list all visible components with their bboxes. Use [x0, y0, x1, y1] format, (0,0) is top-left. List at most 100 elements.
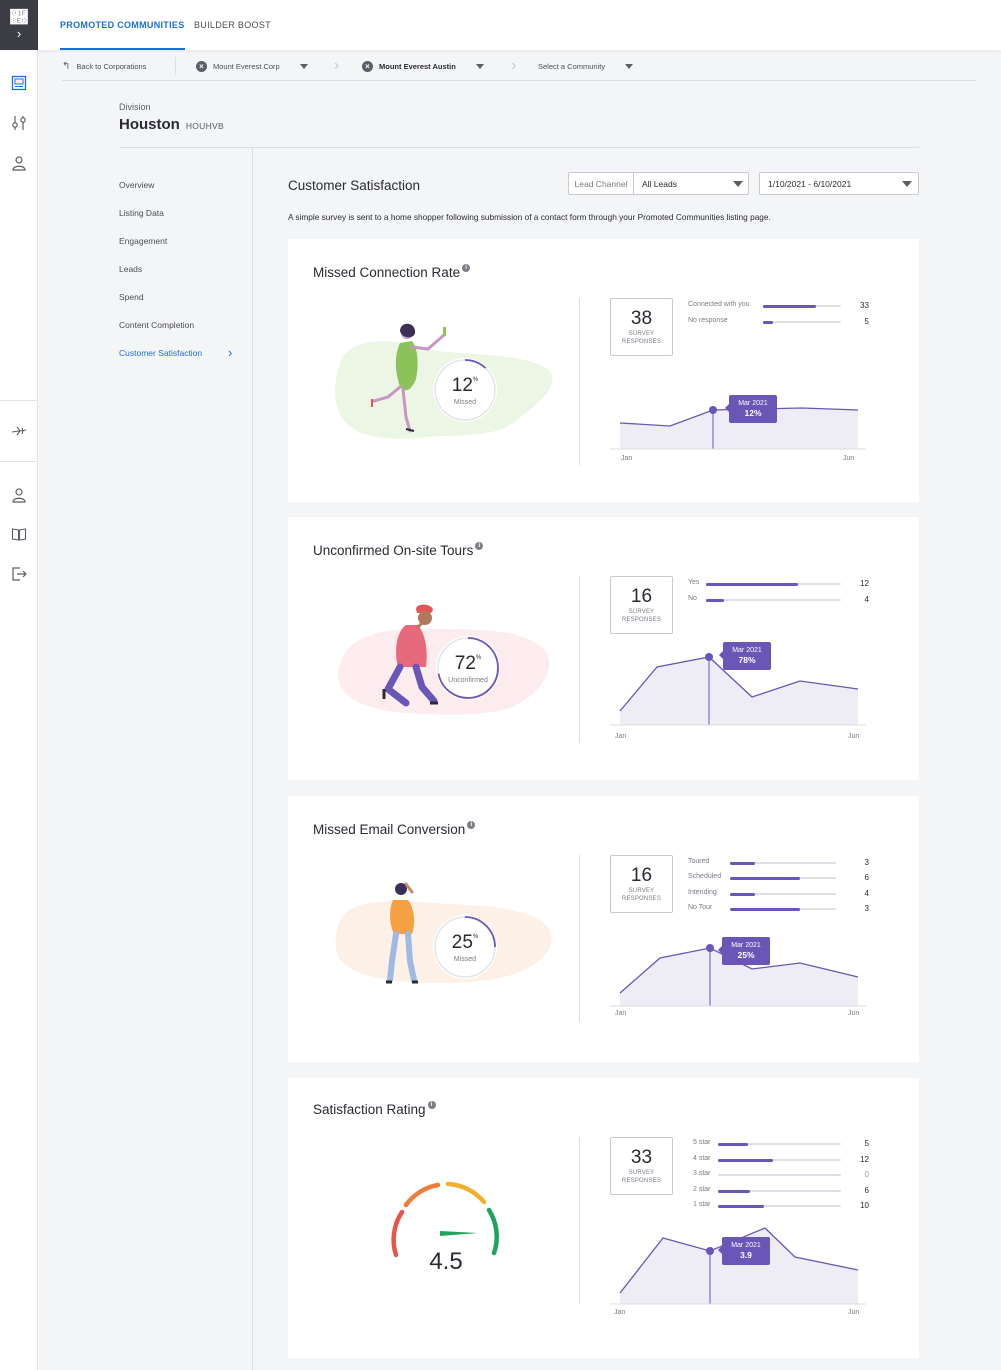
trend-marker[interactable]: [706, 1247, 714, 1255]
breakdown-row: Yes 12: [688, 579, 869, 589]
chevron-down-icon: [733, 181, 743, 187]
menu-item-engagement[interactable]: Engagement: [119, 236, 167, 246]
man-kneeling-illustration: [337, 604, 550, 715]
tab-promoted-communities[interactable]: PROMOTED COMMUNITIES: [60, 0, 185, 50]
breakdown-bar: [706, 582, 798, 586]
chevron-down-icon: [475, 63, 484, 69]
breakdown-row: No Tour 3: [688, 904, 869, 914]
breakdown-bar: [730, 876, 800, 880]
logout-icon[interactable]: [8, 563, 30, 585]
header-divider: [119, 147, 919, 148]
menu-item-content-completion[interactable]: Content Completion: [119, 320, 194, 330]
date-range-value: 1/10/2021 - 6/10/2021: [768, 178, 852, 189]
back-arrow-icon: ↰: [62, 60, 71, 72]
menu-item-leads[interactable]: Leads: [119, 264, 142, 274]
breakdown-count: 33: [860, 301, 869, 310]
breakdown-label: 4 star: [693, 1155, 711, 1162]
tooltip-month: Mar 2021: [731, 942, 761, 949]
corp-select[interactable]: × Mount Everest Corp: [196, 51, 308, 81]
axis-end-label: Jun: [848, 1010, 860, 1017]
lead-channel-label: Lead Channel: [569, 173, 634, 194]
menu-item-spend[interactable]: Spend: [119, 292, 144, 302]
percent-value: 25%: [433, 932, 497, 954]
rail-divider: [0, 400, 38, 401]
survey-responses-box: 16 SURVEY RESPONSES: [610, 855, 673, 913]
division-label: Mount Everest Austin: [379, 61, 456, 71]
breakdown-count: 6: [864, 873, 869, 882]
survey-responses-box: 16 SURVEY RESPONSES: [610, 576, 673, 634]
unconfirmed-tours-card: Unconfirmed On-site Tours i 72% Unconfir…: [288, 517, 919, 780]
breakdown-label: 5 star: [693, 1139, 711, 1146]
missed-email-card: Missed Email Conversion i 25% Missed 16 …: [288, 796, 919, 1062]
menu-item-listing-data[interactable]: Listing Data: [119, 208, 164, 218]
chevron-down-icon: [902, 181, 912, 187]
breadcrumb-chevron-icon: ›: [511, 57, 517, 74]
breakdown-count: 5: [864, 317, 869, 326]
breakdown-track: [706, 582, 841, 586]
breakdown-bar: [730, 907, 800, 911]
breakdown-bar: [718, 1158, 774, 1162]
breakdown-label: Scheduled: [688, 873, 722, 880]
back-label: Back to Corporations: [76, 61, 147, 71]
page-title: Houston HOUHVB: [119, 116, 224, 133]
clear-corp-icon[interactable]: ×: [196, 60, 207, 72]
breakdown-label: Connected with you: [688, 301, 750, 308]
section-description: A simple survey is sent to a home shoppe…: [288, 212, 771, 222]
missed-connection-card: Missed Connection Rate i 12% Missed 38 S…: [288, 239, 919, 502]
responses-label: SURVEY RESPONSES: [621, 888, 662, 902]
back-to-corporations-link[interactable]: ↰ Back to Corporations: [62, 51, 146, 81]
trend-marker[interactable]: [705, 653, 713, 661]
tab-builder-boost[interactable]: BUILDER BOOST: [194, 0, 271, 50]
breakdown-row: No response 5: [688, 317, 869, 327]
breakdown-track: [763, 320, 841, 324]
community-select[interactable]: Select a Community: [538, 51, 634, 81]
responses-count: 38: [630, 308, 653, 329]
trend-marker[interactable]: [706, 944, 714, 952]
breakdown-track: [718, 1174, 841, 1176]
breakdown-count: 10: [860, 1201, 869, 1210]
menu-item-customer-satisfaction[interactable]: Customer Satisfaction: [119, 348, 202, 358]
clear-division-icon[interactable]: ×: [362, 60, 373, 72]
percent-number: 72: [454, 653, 476, 674]
dashboard-icon[interactable]: [8, 72, 30, 94]
card-divider: [579, 576, 580, 743]
breakdown-row: 4 star 12: [693, 1155, 869, 1165]
breakdown-count: 12: [860, 579, 869, 588]
division-select[interactable]: × Mount Everest Austin: [362, 51, 484, 81]
responses-count: 16: [630, 586, 653, 607]
breakdown-bar: [718, 1204, 764, 1208]
breakdown-count: 6: [864, 1186, 869, 1195]
breakdown-bar: [763, 320, 774, 324]
menu-item-overview[interactable]: Overview: [119, 180, 154, 190]
sliders-icon[interactable]: [8, 112, 30, 134]
survey-responses-box: 33 SURVEY RESPONSES: [610, 1137, 673, 1195]
axis-end-label: Jun: [843, 455, 855, 462]
lead-channel-value: All Leads: [642, 178, 677, 189]
survey-responses-box: 38 SURVEY RESPONSES: [610, 298, 673, 356]
breakdown-count: 5: [864, 1139, 869, 1148]
breakdown-label: Intending: [688, 889, 717, 896]
division-caption: Division: [119, 102, 151, 112]
breakdown-label: No Tour: [688, 904, 713, 911]
percent-number: 25: [451, 932, 473, 953]
card-divider: [579, 1137, 580, 1304]
card-divider: [579, 855, 580, 1022]
date-range-select[interactable]: 1/10/2021 - 6/10/2021: [759, 172, 919, 195]
users-icon[interactable]: [8, 152, 30, 174]
breakdown-count: 4: [864, 595, 869, 604]
trend-tooltip: Mar 2021 25%: [718, 937, 770, 965]
breakdown-label: No: [688, 595, 697, 602]
axis-start-label: Jan: [614, 1309, 626, 1316]
tooltip-value: 78%: [738, 655, 756, 665]
profile-icon[interactable]: [8, 484, 30, 506]
trend-marker[interactable]: [709, 406, 717, 414]
book-icon[interactable]: [8, 523, 30, 545]
app-logo-button[interactable]: 🣠 ›: [0, 0, 38, 50]
expand-chevron-icon: ›: [16, 26, 22, 41]
percent-value: 12%: [433, 375, 497, 397]
plane-icon[interactable]: [8, 420, 30, 442]
lead-channel-select[interactable]: Lead Channel All Leads: [568, 172, 749, 195]
breadcrumb: ↰ Back to Corporations × Mount Everest C…: [62, 51, 976, 81]
axis-end-label: Jun: [848, 1309, 860, 1316]
breakdown-bar: [718, 1189, 750, 1193]
